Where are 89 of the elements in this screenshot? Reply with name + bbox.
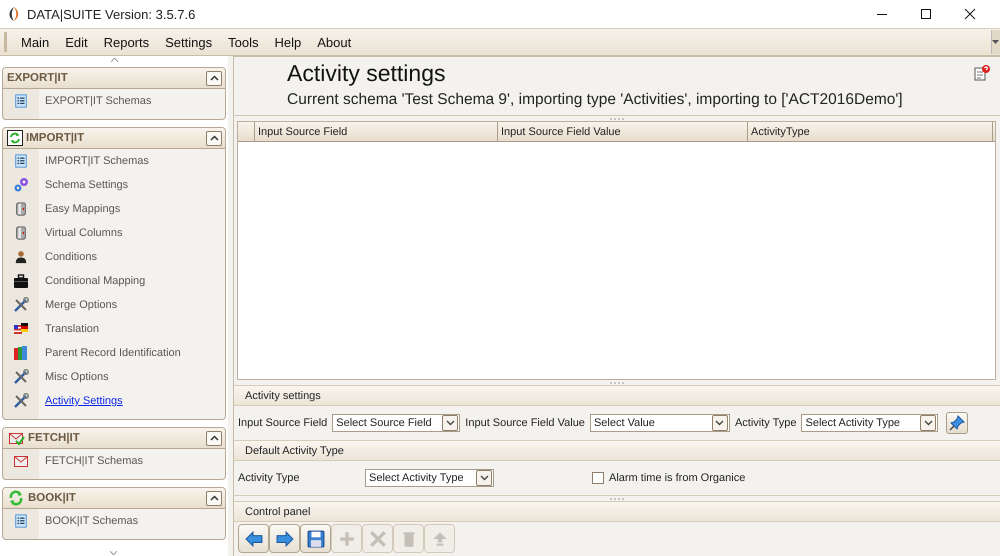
arrow-right-button[interactable] <box>269 524 300 553</box>
envelope-check-icon <box>7 430 25 446</box>
schema-description: Current schema 'Test Schema 9', importing type 'Activities', importing to ['ACT2016Demo'] <box>287 91 904 109</box>
dropdown[interactable]: Select Value <box>590 414 730 432</box>
panel-title: IMPORT|IT <box>26 132 86 144</box>
sidebar-item[interactable]: Schema Settings <box>45 179 128 191</box>
sidebar-item[interactable]: IMPORT|IT Schemas <box>45 155 149 167</box>
checkbox[interactable] <box>592 472 604 484</box>
pin-icon <box>949 415 966 431</box>
cabinet-icon <box>14 225 28 241</box>
menu-item[interactable]: About <box>309 32 360 52</box>
chevron-down-icon <box>924 420 933 426</box>
window-title: DATA|SUITE Version: 3.5.7.6 <box>27 6 196 22</box>
sidebar-item[interactable]: Merge Options <box>45 299 118 311</box>
checkbox-label: Alarm time is from Organice <box>609 472 746 484</box>
field-label: Input Source Field <box>238 417 328 429</box>
menu-item[interactable]: Tools <box>220 32 266 52</box>
briefcase-icon <box>12 273 30 289</box>
maximize-icon[interactable] <box>920 8 932 20</box>
chevron-icon <box>210 495 218 501</box>
sidebar-item[interactable]: Misc Options <box>45 371 109 383</box>
chevron-icon <box>210 435 218 441</box>
books-icon <box>13 345 29 361</box>
menu-item[interactable]: Help <box>266 32 310 52</box>
scroll-up-icon[interactable] <box>110 58 118 62</box>
sidebar-item[interactable]: Conditional Mapping <box>45 275 146 287</box>
pin-button[interactable] <box>946 412 968 434</box>
dropdown[interactable]: Select Source Field <box>332 414 460 432</box>
dropdown[interactable]: Select Activity Type <box>365 469 494 487</box>
chevron-down-icon <box>480 475 488 481</box>
column-header[interactable]: ActivityType <box>748 122 993 141</box>
sidebar-item[interactable]: Easy Mappings <box>45 203 120 215</box>
chevron-icon <box>210 135 218 141</box>
field-label: Activity Type <box>734 417 796 429</box>
sidebar-item[interactable]: Parent Record Identification <box>45 347 181 359</box>
tools-icon <box>13 297 29 313</box>
collapse-button[interactable] <box>206 130 222 146</box>
sidebar-item[interactable]: EXPORT|IT Schemas <box>45 95 152 107</box>
section-title: Activity settings <box>245 390 321 402</box>
save-button[interactable] <box>300 524 331 553</box>
menu-item[interactable]: Reports <box>96 32 158 52</box>
list-icon <box>14 153 28 169</box>
menu-item[interactable]: Settings <box>157 32 220 52</box>
collapse-button[interactable] <box>206 490 222 506</box>
section-title: Default Activity Type <box>245 444 344 456</box>
sync-icon <box>7 130 23 146</box>
list-icon <box>14 93 28 109</box>
sidebar-item[interactable]: Translation <box>45 323 100 335</box>
save-icon <box>306 530 326 548</box>
cabinet-icon <box>14 201 28 217</box>
menu-item[interactable]: Main <box>13 32 58 52</box>
scroll-down-icon[interactable] <box>110 551 117 555</box>
tools-icon <box>13 393 29 409</box>
arrow-left-button[interactable] <box>238 524 269 553</box>
panel-title: BOOK|IT <box>28 492 77 504</box>
collapse-button[interactable] <box>206 70 222 86</box>
panel-title: EXPORT|IT <box>7 72 69 84</box>
menu-item[interactable]: Edit <box>57 32 96 52</box>
sidebar-item[interactable]: FETCH|IT Schemas <box>45 455 144 467</box>
chevron-icon <box>210 75 218 81</box>
close-icon[interactable] <box>964 8 976 20</box>
field-label: Input Source Field Value <box>465 417 585 429</box>
delete-icon <box>368 530 388 548</box>
arrow-right-icon <box>274 530 294 548</box>
sidebar-item[interactable]: Virtual Columns <box>45 227 122 239</box>
column-header[interactable]: Input Source Field Value <box>498 122 748 141</box>
field-label: Activity Type <box>238 472 301 484</box>
envelope-icon <box>13 453 29 469</box>
sidebar-item[interactable]: Conditions <box>45 251 97 263</box>
recycle-icon <box>7 490 25 506</box>
collapse-button[interactable] <box>206 430 222 446</box>
sidebar-link[interactable]: Activity Settings <box>45 395 123 407</box>
panel-title: FETCH|IT <box>28 432 81 444</box>
flags-icon <box>13 321 29 337</box>
chevron-down-icon <box>446 420 455 426</box>
chevron-down-icon[interactable] <box>992 40 999 44</box>
app-logo-icon <box>8 6 20 22</box>
tools-icon <box>13 369 29 385</box>
gears-icon <box>13 177 29 193</box>
help-icon[interactable] <box>974 65 990 81</box>
person-icon <box>14 249 28 265</box>
dropdown[interactable]: Select Activity Type <box>801 414 938 432</box>
list-icon <box>14 513 28 529</box>
chevron-down-icon <box>715 420 724 426</box>
sidebar-item[interactable]: BOOK|IT Schemas <box>45 515 138 527</box>
section-title: Control panel <box>245 506 310 518</box>
page-title: Activity settings <box>287 60 446 87</box>
arrow-left-icon <box>244 530 264 548</box>
column-header[interactable]: Input Source Field <box>255 122 498 141</box>
